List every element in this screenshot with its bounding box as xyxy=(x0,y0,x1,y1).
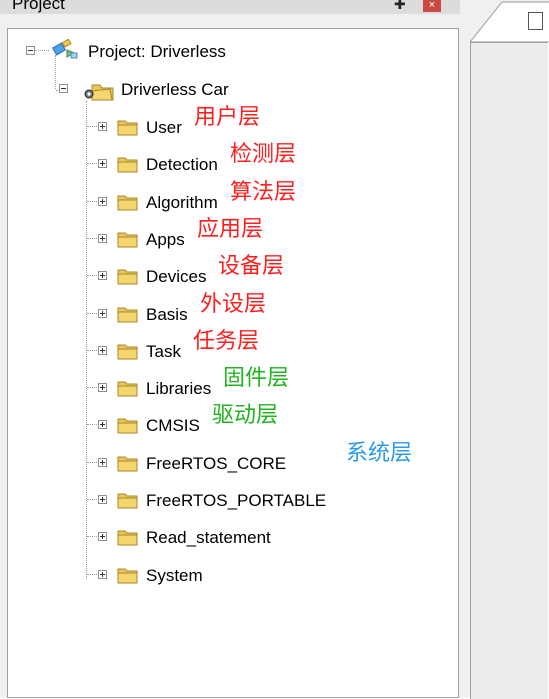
tree-group-node[interactable]: Libraries 固件层 xyxy=(8,366,448,402)
expand-icon[interactable] xyxy=(98,420,107,429)
expand-icon[interactable] xyxy=(98,122,107,131)
project-tree[interactable]: Project: Driverless Driverless Car User 用… xyxy=(7,28,459,698)
tree-group-label: Basis xyxy=(146,305,188,324)
layer-annotation: 应用层 xyxy=(197,217,264,242)
folder-icon xyxy=(117,418,138,434)
document-icon xyxy=(528,12,543,30)
tree-group-label: Libraries xyxy=(146,379,212,398)
layer-annotation: 外设层 xyxy=(200,292,267,317)
expand-icon[interactable] xyxy=(98,495,107,504)
expand-icon[interactable] xyxy=(98,383,107,392)
expand-icon[interactable] xyxy=(98,234,107,243)
tree-group-node[interactable]: FreeRTOS_CORE 系统层 xyxy=(8,441,448,477)
tree-group-node[interactable]: Algorithm 算法层 xyxy=(8,180,448,216)
expand-icon[interactable] xyxy=(98,532,107,541)
pane-splitter[interactable] xyxy=(460,0,470,698)
folder-icon xyxy=(117,157,138,173)
project-pane: Project ✚ × Project: Driverless Driverle… xyxy=(0,0,460,698)
layer-annotation: 用户层 xyxy=(194,105,261,130)
folder-icon xyxy=(117,568,138,584)
folder-icon xyxy=(117,195,138,211)
close-icon[interactable]: × xyxy=(423,0,441,12)
tree-group-label: Devices xyxy=(146,267,207,286)
expand-icon[interactable] xyxy=(98,458,107,467)
tree-group-label: FreeRTOS_PORTABLE xyxy=(146,491,327,510)
expand-icon[interactable] xyxy=(98,309,107,318)
folder-icon xyxy=(117,307,138,323)
collapse-icon[interactable] xyxy=(26,46,35,55)
expand-icon[interactable] xyxy=(98,197,107,206)
tree-group-label: Apps xyxy=(146,230,185,249)
tree-group-label: System xyxy=(146,566,203,585)
tree-group-node[interactable]: FreeRTOS_PORTABLE xyxy=(8,490,448,514)
tree-group-node[interactable]: Basis 外设层 xyxy=(8,292,448,328)
expand-icon[interactable] xyxy=(98,271,107,280)
layer-annotation: 固件层 xyxy=(223,366,290,391)
expand-icon[interactable] xyxy=(98,570,107,579)
tree-group-node[interactable]: System xyxy=(8,565,448,589)
layer-annotation: 任务层 xyxy=(193,329,260,354)
folder-icon xyxy=(117,381,138,397)
tree-group-node[interactable]: Read_statement xyxy=(8,527,448,551)
tree-target-node[interactable]: Driverless Car xyxy=(8,79,308,103)
folder-icon xyxy=(117,456,138,472)
target-folder-icon xyxy=(84,84,114,101)
folder-icon xyxy=(117,120,138,136)
tree-group-node[interactable]: Devices 设备层 xyxy=(8,254,448,290)
tree-group-label: User xyxy=(146,118,182,137)
pane-title: Project xyxy=(12,0,65,13)
tree-group-node[interactable]: Task 任务层 xyxy=(8,329,448,365)
layer-annotation: 驱动层 xyxy=(212,403,279,428)
tree-group-node[interactable]: CMSIS 驱动层 xyxy=(8,403,448,439)
tree-root-node[interactable]: Project: Driverless xyxy=(8,39,308,65)
collapse-icon[interactable] xyxy=(59,84,68,93)
expand-icon[interactable] xyxy=(98,159,107,168)
layer-annotation: 系统层 xyxy=(346,441,413,466)
tree-group-node[interactable]: Apps 应用层 xyxy=(8,217,448,253)
folder-icon xyxy=(117,344,138,360)
tree-target-label: Driverless Car xyxy=(121,80,229,99)
project-icon xyxy=(52,39,78,59)
folder-icon xyxy=(117,232,138,248)
tree-group-label: Algorithm xyxy=(146,193,218,212)
folder-icon xyxy=(117,493,138,509)
layer-annotation: 设备层 xyxy=(218,254,285,279)
tree-connector xyxy=(35,50,49,52)
editor-tabstrip xyxy=(470,0,549,42)
folder-icon xyxy=(117,269,138,285)
layer-annotation: 检测层 xyxy=(230,142,297,167)
layer-annotation: 算法层 xyxy=(230,180,297,205)
editor-pane xyxy=(460,0,549,699)
editor-content[interactable] xyxy=(470,42,548,699)
tree-root-label: Project: Driverless xyxy=(88,42,226,61)
tree-group-node[interactable]: User 用户层 xyxy=(8,105,448,141)
tree-group-label: Task xyxy=(146,342,181,361)
tree-group-label: FreeRTOS_CORE xyxy=(146,454,287,473)
folder-icon xyxy=(117,530,138,546)
tree-group-label: Read_statement xyxy=(146,528,271,547)
tree-group-label: CMSIS xyxy=(146,416,200,435)
tree-group-label: Detection xyxy=(146,155,218,174)
pane-titlebar: Project ✚ × xyxy=(0,0,460,14)
pin-icon[interactable]: ✚ xyxy=(394,0,406,13)
expand-icon[interactable] xyxy=(98,346,107,355)
tree-group-node[interactable]: Detection 检测层 xyxy=(8,142,448,178)
